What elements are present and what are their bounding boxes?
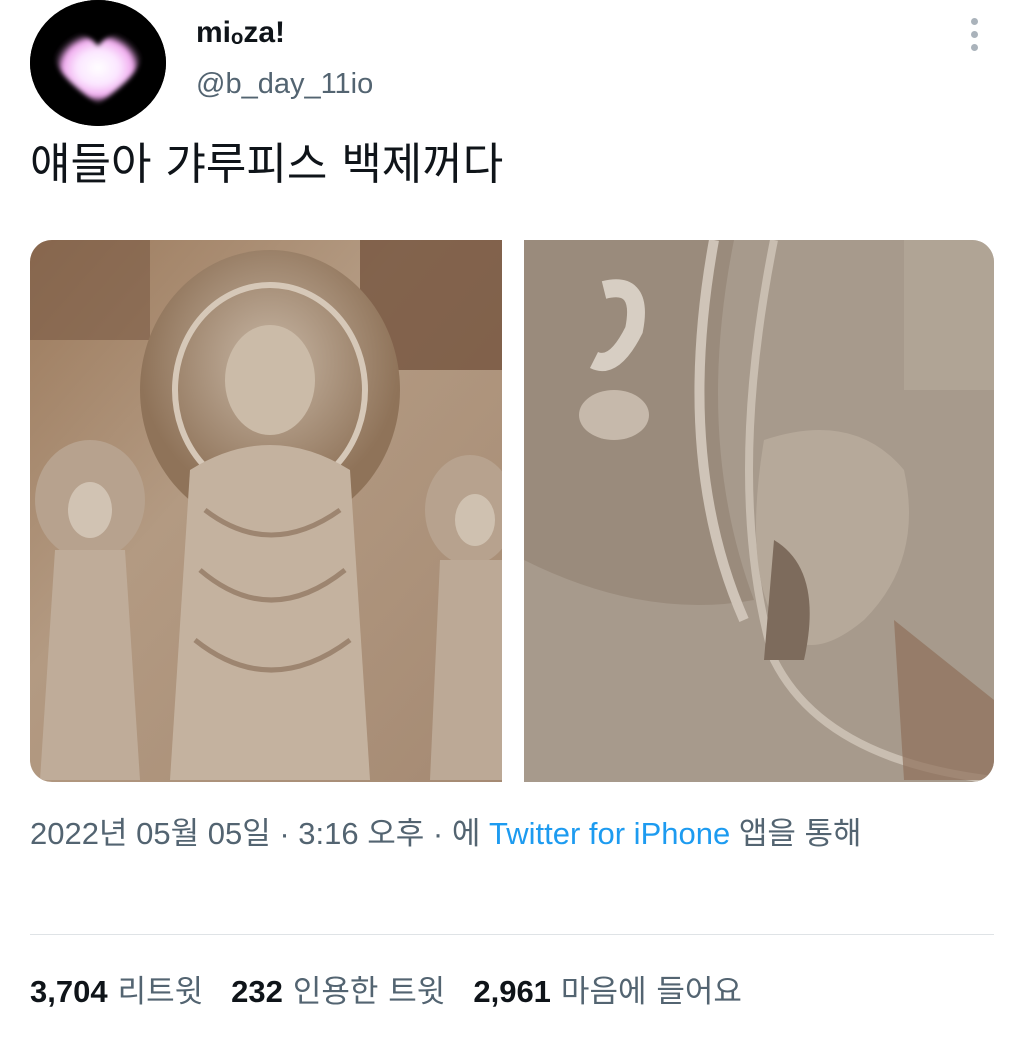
stat-number: 3,704 — [30, 974, 108, 1009]
tweet-time[interactable]: 3:16 오후 — [298, 816, 424, 851]
source-link[interactable]: Twitter for iPhone — [489, 816, 730, 851]
more-dot — [970, 30, 978, 38]
tweet-meta: 2022년 05월 05일 · 3:16 오후 · 에 Twitter for … — [30, 810, 990, 858]
display-name[interactable]: miₒza! — [196, 16, 285, 50]
via-suffix: 앱을 통해 — [730, 816, 862, 851]
via-prefix: 에 — [451, 816, 489, 851]
tweet-stats: 3,704 리트윗 232 인용한 트윗 2,961 마음에 들어요 — [30, 966, 742, 1011]
heart-avatar-image — [30, 0, 166, 126]
more-dot — [970, 43, 978, 51]
tweet-text: 얘들아 갸루피스 백제꺼다 — [30, 139, 504, 190]
avatar[interactable] — [30, 0, 166, 126]
meta-separator: · — [424, 816, 452, 851]
media-image-hand-closeup[interactable] — [524, 240, 994, 782]
retweet-count[interactable]: 3,704 리트윗 — [30, 966, 203, 1011]
stat-label: 마음에 들어요 — [560, 974, 742, 1010]
meta-separator: · — [270, 816, 299, 851]
tweet-date[interactable]: 2022년 05월 05일 — [30, 816, 271, 851]
like-count[interactable]: 2,961 마음에 들어요 — [473, 966, 742, 1011]
more-options-icon[interactable] — [956, 14, 992, 54]
more-dot — [970, 17, 978, 25]
media-image-buddha-relief[interactable] — [30, 240, 502, 782]
tweet-media — [30, 240, 994, 782]
stat-label: 인용한 트윗 — [292, 974, 446, 1010]
divider — [30, 934, 994, 935]
quote-tweet-count[interactable]: 232 인용한 트윗 — [231, 966, 445, 1011]
buddha-relief-photo — [30, 240, 502, 782]
stat-label: 리트윗 — [117, 974, 204, 1010]
user-handle[interactable]: @b_day_11io — [196, 68, 373, 101]
stat-number: 2,961 — [473, 974, 551, 1009]
stat-number: 232 — [231, 974, 283, 1009]
hand-closeup-photo — [524, 240, 994, 782]
